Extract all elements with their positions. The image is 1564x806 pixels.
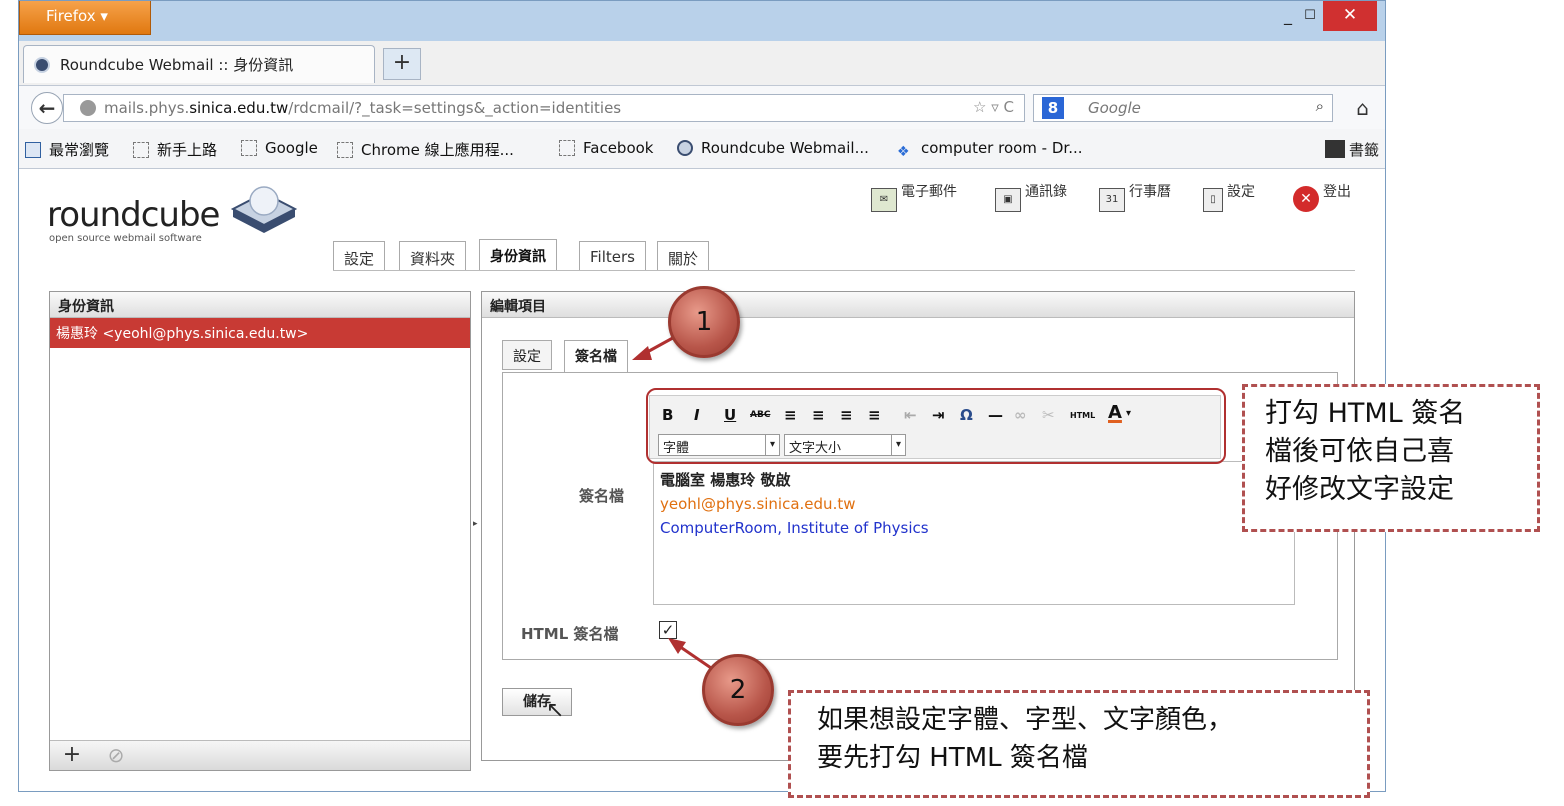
step-1-marker: 1 bbox=[668, 286, 740, 358]
callout1-line1: 打勾 HTML 簽名 bbox=[1265, 398, 1466, 429]
callout-check-html: 如果想設定字體、字型、文字顏色， 要先打勾 HTML 簽名檔 bbox=[788, 690, 1370, 798]
step-2-marker: 2 bbox=[702, 654, 774, 726]
callout1-line2: 檔後可依自己喜 bbox=[1265, 436, 1454, 467]
callout2-line1: 如果想設定字體、字型、文字顏色， bbox=[817, 705, 1234, 735]
callout-html-signature: 打勾 HTML 簽名 檔後可依自己喜 好修改文字設定 bbox=[1242, 384, 1540, 532]
callout2-line2: 要先打勾 HTML 簽名檔 bbox=[817, 743, 1088, 773]
callout1-line3: 好修改文字設定 bbox=[1265, 474, 1454, 505]
